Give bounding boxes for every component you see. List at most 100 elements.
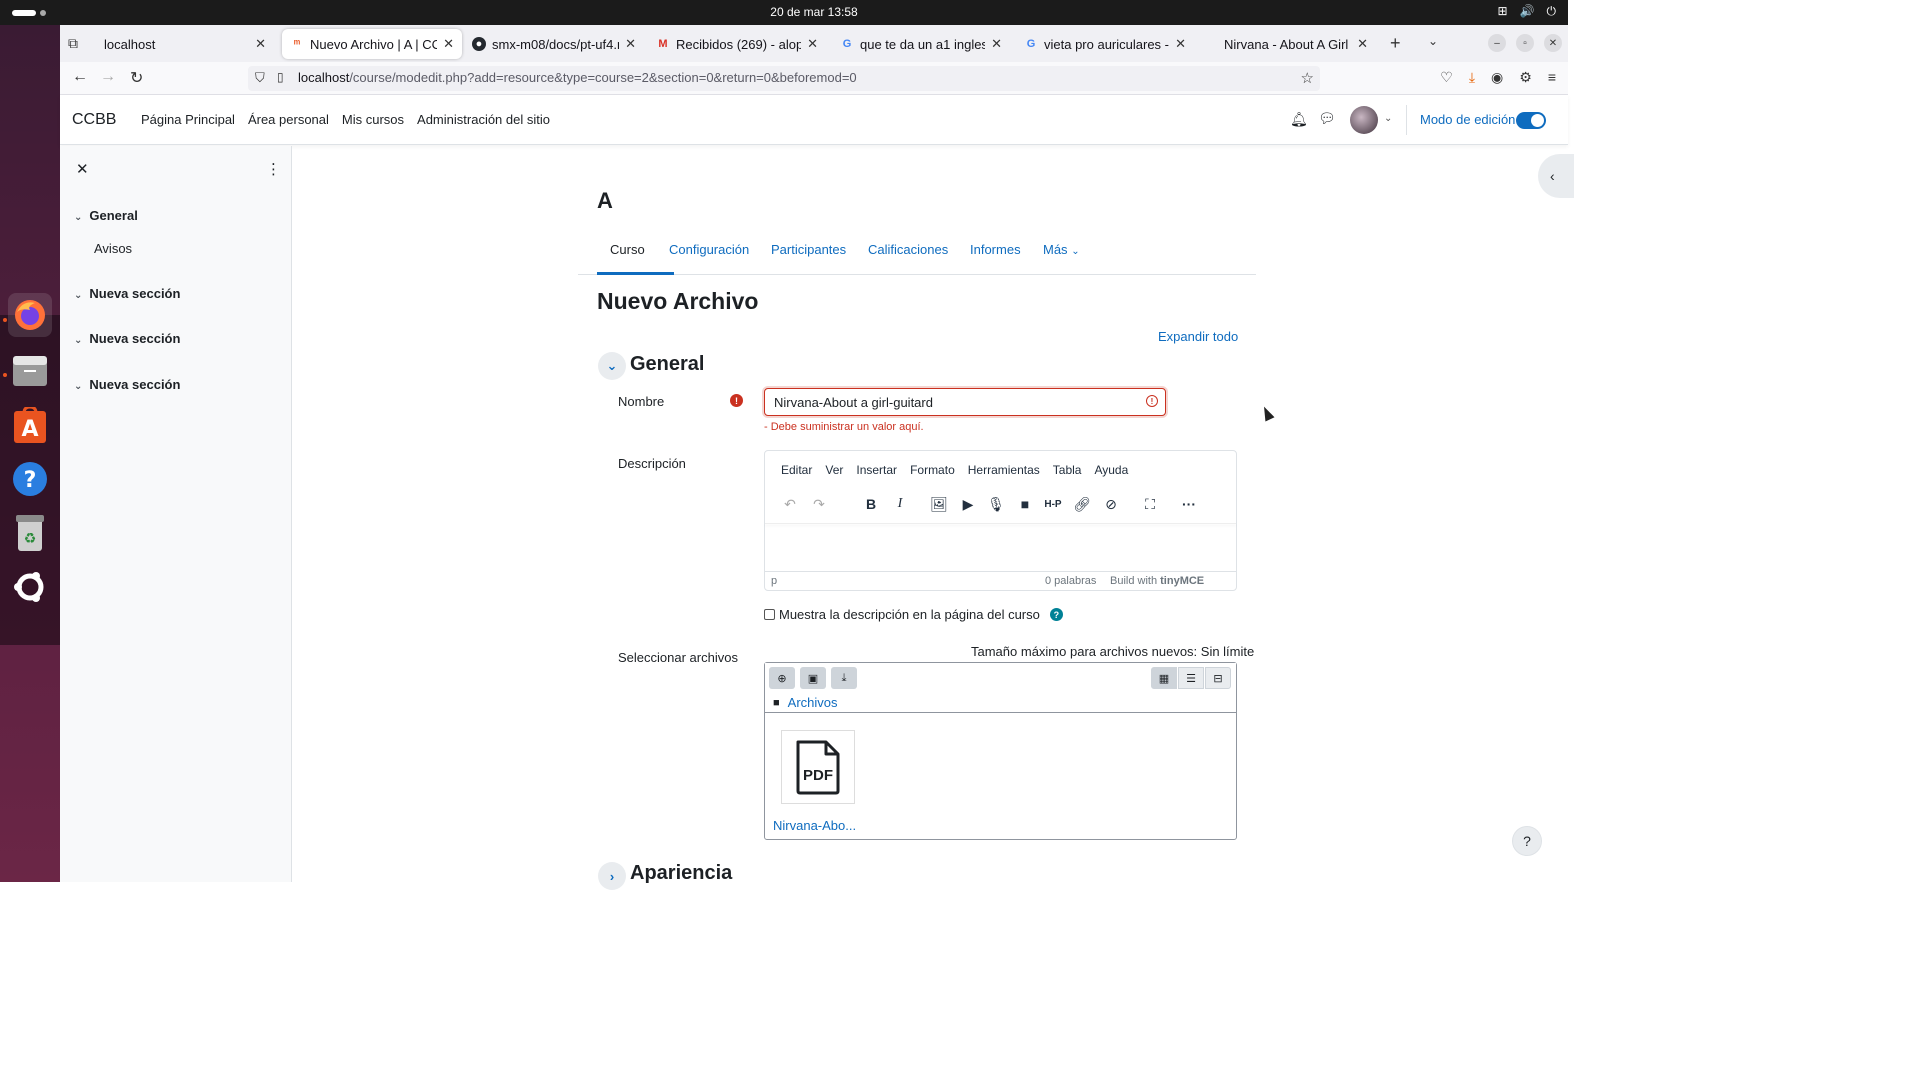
system-clock[interactable]: 20 de mar 13:58 <box>0 5 1628 19</box>
chevron-down-icon[interactable]: ⌄ <box>74 290 82 301</box>
tab-settings[interactable]: Configuración <box>669 242 749 257</box>
help-button[interactable]: ? <box>1512 826 1542 856</box>
restore-icon[interactable]: ▫ <box>1516 34 1534 52</box>
course-index-section[interactable]: ⌄ General <box>74 208 138 223</box>
general-section-heading[interactable]: General <box>630 353 704 376</box>
menu-icon[interactable]: ≡ <box>1548 69 1556 86</box>
expand-all-link[interactable]: Expandir todo <box>1158 329 1238 344</box>
address-bar[interactable]: ⛉ ▯ localhost/course/modedit.php?add=res… <box>248 66 1320 91</box>
downloads-icon[interactable]: ⤓ <box>1469 69 1475 86</box>
system-tray[interactable]: ⊞ 🔊 ⏻ <box>1497 4 1556 19</box>
browser-tab[interactable]: G que te da un a1 ingles en ✕ <box>832 29 1010 59</box>
chevron-down-icon[interactable]: ⌄ <box>74 335 82 346</box>
forward-icon[interactable]: → <box>100 68 116 86</box>
image-icon[interactable]: 🖼︎ <box>928 493 950 515</box>
tab-reports[interactable]: Informes <box>970 242 1021 257</box>
browser-tab[interactable]: ● smx-m08/docs/pt-uf4.md ✕ <box>464 29 644 59</box>
add-file-icon[interactable]: ⊕ <box>769 667 795 689</box>
files-icon[interactable] <box>8 349 52 393</box>
h5p-icon[interactable]: H-P <box>1042 493 1064 515</box>
tab-overview-icon[interactable]: ⧉ <box>68 35 78 52</box>
browser-tab[interactable]: M Recibidos (269) - alopezr@ ✕ <box>648 29 826 59</box>
editor-branding[interactable]: Build with tinyMCE <box>1110 575 1204 587</box>
url-text[interactable]: localhost/course/modedit.php?add=resourc… <box>298 70 857 85</box>
list-view-icon[interactable]: ☰ <box>1178 667 1204 689</box>
close-icon[interactable]: ✕ <box>255 36 266 52</box>
create-folder-icon[interactable]: ▣ <box>800 667 826 689</box>
nav-my-courses[interactable]: Mis cursos <box>342 112 404 127</box>
extensions-icon[interactable]: ⚙ <box>1519 69 1532 86</box>
editor-menu-help[interactable]: Ayuda <box>1094 463 1128 477</box>
edit-mode-toggle[interactable] <box>1516 112 1546 129</box>
collapse-general-toggle[interactable]: ⌄ <box>598 352 626 380</box>
close-icon[interactable]: ✕ <box>443 36 454 52</box>
browser-tab[interactable]: G vieta pro auriculares - Bus ✕ <box>1016 29 1194 59</box>
editor-menu-table[interactable]: Tabla <box>1053 463 1082 477</box>
drawer-menu-icon[interactable]: ⋮ <box>266 160 281 178</box>
video-camera-icon[interactable]: ■ <box>1014 493 1036 515</box>
close-icon[interactable]: ✕ <box>625 36 636 52</box>
nav-home[interactable]: Página Principal <box>141 112 235 127</box>
show-description-checkbox[interactable] <box>764 609 775 620</box>
undo-icon[interactable]: ↶ <box>779 493 801 515</box>
tree-view-icon[interactable]: ⊟ <box>1205 667 1231 689</box>
editor-menu-view[interactable]: Ver <box>825 463 843 477</box>
editor-menu-insert[interactable]: Insertar <box>856 463 897 477</box>
tab-participants[interactable]: Participantes <box>771 242 846 257</box>
messages-icon[interactable]: 💬︎ <box>1318 110 1336 127</box>
media-icon[interactable]: ▶ <box>957 493 979 515</box>
close-drawer-icon[interactable]: ✕ <box>76 160 89 178</box>
editor-element-path[interactable]: p <box>771 575 777 587</box>
back-icon[interactable]: ← <box>72 68 88 86</box>
shield-icon[interactable]: ⛉ <box>255 70 265 86</box>
site-brand[interactable]: CCBB <box>72 111 116 129</box>
chevron-down-icon[interactable]: ⌄ <box>74 212 82 223</box>
course-index-item[interactable]: Avisos <box>94 241 132 256</box>
more-icon[interactable]: ··· <box>1178 493 1200 515</box>
course-index-section[interactable]: ⌄ Nueva sección <box>74 331 180 346</box>
pocket-icon[interactable]: ♡ <box>1440 69 1453 86</box>
unlink-icon[interactable]: ⊘ <box>1100 493 1122 515</box>
course-index-section[interactable]: ⌄ Nueva sección <box>74 377 180 392</box>
download-all-icon[interactable]: ⤓ <box>831 667 857 689</box>
show-description-label[interactable]: Muestra la descripción en la página del … <box>779 607 1040 622</box>
user-menu-chevron-icon[interactable]: ⌄ <box>1384 113 1392 124</box>
close-icon[interactable]: ✕ <box>1357 36 1368 52</box>
nav-dashboard[interactable]: Área personal <box>248 112 329 127</box>
editor-content-area[interactable] <box>765 525 1236 571</box>
editor-menu-format[interactable]: Formato <box>910 463 955 477</box>
tab-list-chevron-icon[interactable]: ⌄ <box>1428 34 1438 48</box>
files-folder-link[interactable]: Archivos <box>788 695 838 710</box>
redo-icon[interactable]: ↷ <box>808 493 830 515</box>
appearance-section-heading[interactable]: Apariencia <box>630 862 732 885</box>
ubuntu-logo-icon[interactable] <box>8 565 52 609</box>
course-index-section[interactable]: ⌄ Nueva sección <box>74 286 180 301</box>
chevron-down-icon[interactable]: ⌄ <box>74 381 82 392</box>
expand-appearance-toggle[interactable]: › <box>598 862 626 890</box>
file-name-link[interactable]: Nirvana-Abo... <box>773 818 856 833</box>
close-icon[interactable]: ✕ <box>991 36 1002 52</box>
app-center-icon[interactable]: A <box>8 403 52 447</box>
nav-site-admin[interactable]: Administración del sitio <box>417 112 550 127</box>
browser-tab[interactable]: Nirvana - About A Girl Gui ✕ <box>1216 29 1376 59</box>
editor-menu-tools[interactable]: Herramientas <box>968 463 1040 477</box>
firefox-icon[interactable] <box>8 293 52 337</box>
editor-menu-edit[interactable]: Editar <box>781 463 812 477</box>
close-icon[interactable]: ✕ <box>807 36 818 52</box>
italic-icon[interactable]: I <box>889 493 911 515</box>
browser-tab-active[interactable]: ᵐ Nuevo Archivo | A | CCBB ✕ <box>282 29 462 59</box>
bell-icon[interactable]: 🔔︎ <box>1290 111 1308 128</box>
pdf-file-thumbnail[interactable]: PDF <box>781 730 855 804</box>
help-app-icon[interactable]: ? <box>8 457 52 501</box>
tab-more[interactable]: Más ⌄ <box>1043 242 1080 257</box>
fullscreen-icon[interactable]: ⛶ <box>1139 493 1161 515</box>
page-icon[interactable]: ▯ <box>277 70 284 84</box>
microphone-icon[interactable]: 🎙︎ <box>985 493 1007 515</box>
avatar[interactable] <box>1350 106 1378 134</box>
tab-course[interactable]: Curso <box>610 242 645 257</box>
account-icon[interactable]: ◉ <box>1491 69 1503 86</box>
reload-icon[interactable]: ↻ <box>130 68 143 88</box>
bookmark-star-icon[interactable]: ☆ <box>1301 69 1314 87</box>
trash-icon[interactable]: ♻ <box>8 511 52 555</box>
bold-icon[interactable]: B <box>860 493 882 515</box>
